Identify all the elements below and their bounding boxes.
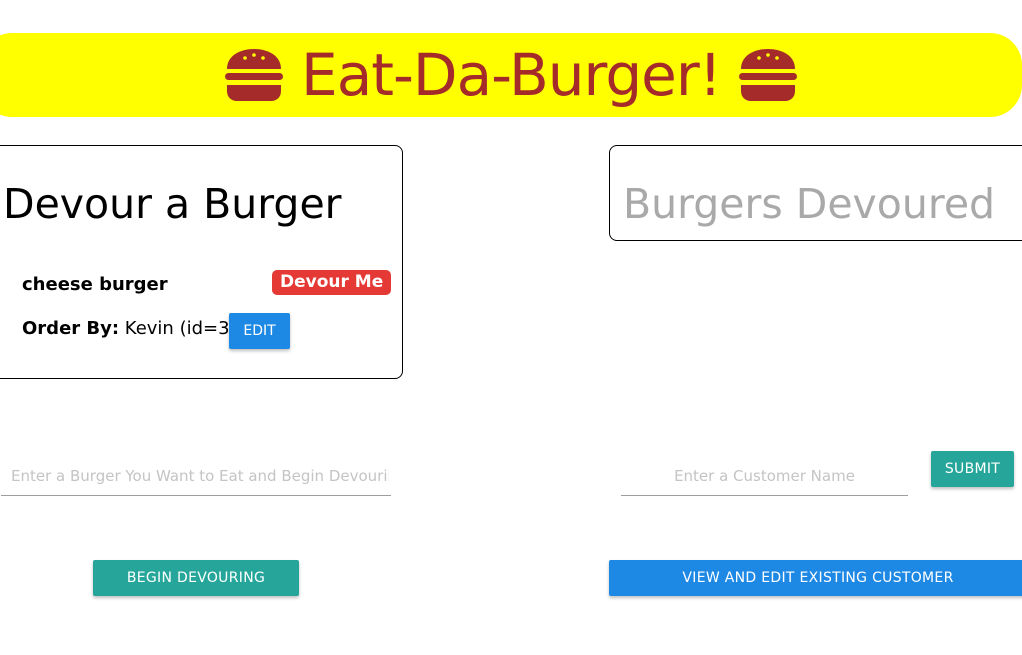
submit-button[interactable]: SUBMIT [931, 451, 1014, 487]
edit-button[interactable]: EDIT [229, 313, 290, 349]
view-edit-customer-button[interactable]: VIEW AND EDIT EXISTING CUSTOMER [609, 560, 1022, 596]
customer-name-input[interactable] [621, 456, 908, 496]
begin-devouring-button[interactable]: BEGIN DEVOURING [93, 560, 299, 596]
hamburger-icon [738, 49, 797, 101]
devour-me-button[interactable]: Devour Me [272, 270, 392, 295]
page-title: Eat-Da-Burger! [301, 41, 722, 109]
order-by-value: Kevin (id=3) [119, 318, 237, 339]
burgers-devoured-card: Burgers Devoured [609, 145, 1022, 241]
page: Eat-Da-Burger! Devour a Burger cheese bu… [0, 0, 1022, 655]
devour-burger-card: Devour a Burger cheese burger Devour Me … [0, 145, 403, 379]
burger-name-input[interactable] [1, 456, 391, 496]
hamburger-icon [225, 49, 284, 101]
banner-content: Eat-Da-Burger! [223, 46, 799, 104]
devour-card-title: Devour a Burger [3, 180, 342, 228]
burger-name: cheese burger [22, 274, 168, 295]
order-by-label: Order By: [22, 318, 120, 339]
header-banner: Eat-Da-Burger! [0, 33, 1022, 117]
devoured-card-title: Burgers Devoured [623, 180, 996, 228]
order-by-row: Order By: Kevin (id=3) [22, 318, 237, 339]
